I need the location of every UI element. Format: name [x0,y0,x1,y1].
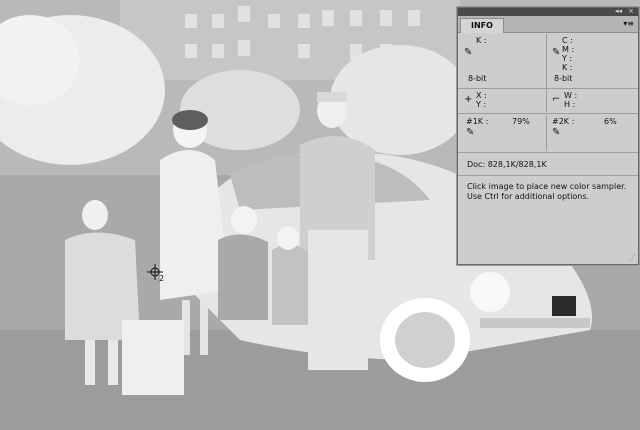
x-label: X : [476,91,487,100]
hint-line-2: Use Ctrl for additional options. [467,192,590,201]
panel-titlebar: ◂◂ × [458,7,638,16]
h-label: H : [564,100,576,109]
resize-grip-icon[interactable]: ⋰ [629,254,636,262]
y-label: Y : [476,100,487,109]
sampler-marker-label: 2 [159,274,164,283]
right-k-label: K : [562,63,573,72]
selection-size-icon: ⌐ [552,94,561,105]
section-divider [458,152,638,153]
color-readout-section: ✎ K : 8-bit ✎ C : M : Y : K : 8-bit [458,34,638,90]
vertical-divider [546,115,547,151]
position-section: + X : Y : ⌐ W : H : [458,90,638,112]
panel-tabbar: INFO ▾≡ [458,16,638,33]
section-divider [458,88,638,89]
panel-menu-icon[interactable]: ▾≡ [623,19,634,28]
sampler-1-label: #1K : [466,117,489,126]
info-panel: ◂◂ × INFO ▾≡ ✎ K : 8-bit ✎ C : M : Y : K… [457,7,639,265]
left-k-label: K : [476,36,487,45]
left-bit-depth: 8-bit [468,74,487,83]
sampler-2-label: #2K : [552,117,575,126]
hint-line-1: Click image to place new color sampler. [467,182,627,191]
w-label: W : [564,91,578,100]
eyedropper-icon: ✎ [466,127,475,138]
right-m-label: M : [562,45,575,54]
eyedropper-icon: ✎ [552,127,561,138]
sampler-section: #1K : 79% ✎ #2K : 6% ✎ [458,115,638,151]
vertical-divider [546,90,547,112]
crosshair-icon: + [464,94,473,105]
right-y-label: Y : [562,54,573,63]
tab-info[interactable]: INFO [460,18,504,33]
vertical-divider [546,34,547,90]
sampler-1-value: 79% [512,117,530,126]
sampler-2-value: 6% [604,117,617,126]
right-c-label: C : [562,36,573,45]
section-divider [458,113,638,114]
section-divider [458,175,638,176]
eyedropper-icon: ✎ [464,47,473,58]
collapse-icon[interactable]: ◂◂ [615,7,622,15]
doc-size: Doc: 828,1K/828,1K [467,160,547,169]
eyedropper-icon: ✎ [552,47,561,58]
close-icon[interactable]: × [628,7,634,15]
right-bit-depth: 8-bit [554,74,573,83]
